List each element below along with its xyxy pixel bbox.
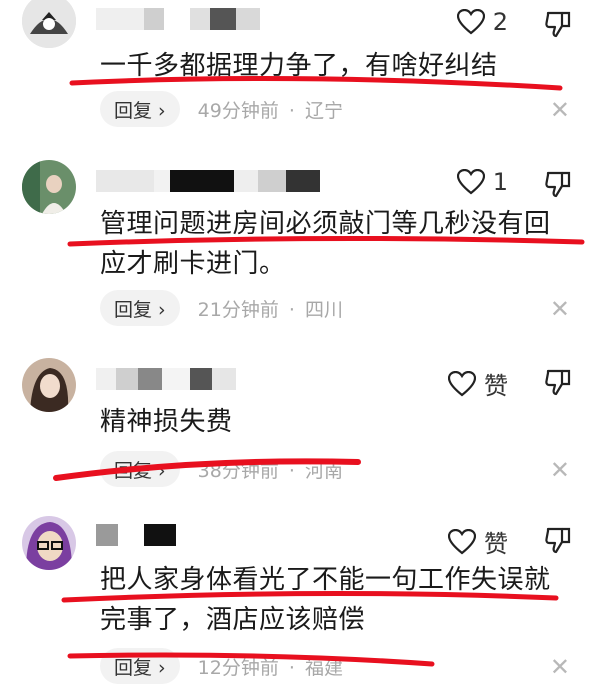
comment-location: 四川 xyxy=(304,298,343,321)
username-redacted xyxy=(96,368,276,390)
heart-icon xyxy=(456,169,485,195)
reply-button[interactable]: 回复 › xyxy=(100,91,180,127)
heart-icon xyxy=(448,370,476,396)
meta-separator: · xyxy=(288,459,295,482)
avatar-image xyxy=(22,358,76,412)
comment-text: 管理问题进房间必须敲门等几秒没有回 应才刷卡进门。 xyxy=(100,204,570,284)
reply-row: 回复 › 49分钟前 · 辽宁 xyxy=(100,91,343,127)
comment-text: 把人家身体看光了不能一句工作失误就 完事了，酒店应该赔偿 xyxy=(100,560,570,640)
comment-time: 49分钟前 xyxy=(197,99,279,122)
avatar-image xyxy=(22,160,76,214)
reply-button[interactable]: 回复 › xyxy=(100,290,180,326)
comment-time: 12分钟前 xyxy=(197,656,279,679)
comment-meta: 38分钟前 · 河南 xyxy=(198,456,343,483)
dislike-button[interactable] xyxy=(544,526,572,558)
thumbs-down-icon xyxy=(545,171,571,198)
reply-row: 回复 › 12分钟前 · 福建 xyxy=(100,648,343,684)
like-button[interactable]: 2 xyxy=(456,8,508,36)
avatar-image xyxy=(22,516,76,570)
close-icon[interactable]: ✕ xyxy=(550,653,570,681)
comment-text-line: 一千多都据理力争了，有啥好纠结 xyxy=(100,51,498,81)
dislike-button[interactable] xyxy=(544,170,572,202)
comment-text-line: 应才刷卡进门。 xyxy=(100,249,286,279)
like-label: 赞 xyxy=(484,530,508,558)
like-button[interactable]: 1 xyxy=(456,168,508,196)
avatar[interactable] xyxy=(22,358,76,412)
reply-row: 回复 › 21分钟前 · 四川 xyxy=(100,290,343,326)
thumbs-down-icon xyxy=(545,527,571,554)
heart-icon xyxy=(448,528,476,554)
reply-button[interactable]: 回复 › xyxy=(100,648,180,684)
reply-row: 回复 › 38分钟前 · 河南 xyxy=(100,451,343,487)
heart-icon xyxy=(456,9,485,35)
username-redacted xyxy=(96,8,276,30)
comment-location: 河南 xyxy=(304,459,343,482)
thumbs-down-icon xyxy=(545,369,571,396)
comment-location: 福建 xyxy=(304,656,343,679)
comment-text-line: 管理问题进房间必须敲门等几秒没有回 xyxy=(100,209,551,239)
close-icon[interactable]: ✕ xyxy=(550,295,570,323)
comment-text-line: 精神损失费 xyxy=(100,407,233,437)
dislike-button[interactable] xyxy=(544,368,572,400)
comment-time: 21分钟前 xyxy=(197,298,279,321)
comment-meta: 12分钟前 · 福建 xyxy=(198,653,343,680)
like-button[interactable]: 赞 xyxy=(448,524,508,559)
like-button[interactable]: 赞 xyxy=(448,366,508,401)
like-count: 2 xyxy=(492,8,508,36)
like-label: 赞 xyxy=(484,372,508,400)
meta-separator: · xyxy=(288,99,295,122)
close-icon[interactable]: ✕ xyxy=(550,456,570,484)
comment-location: 辽宁 xyxy=(304,99,343,122)
comment-text-line: 完事了，酒店应该赔偿 xyxy=(100,605,366,635)
avatar[interactable] xyxy=(22,160,76,214)
comment-time: 38分钟前 xyxy=(197,459,279,482)
close-icon[interactable]: ✕ xyxy=(550,96,570,124)
comment-text: 一千多都据理力争了，有啥好纠结 xyxy=(100,46,570,86)
avatar-image xyxy=(22,0,76,48)
thumbs-down-icon xyxy=(545,11,571,38)
username-redacted xyxy=(96,170,336,192)
avatar[interactable] xyxy=(22,0,76,48)
comment-text-line: 把人家身体看光了不能一句工作失误就 xyxy=(100,565,551,595)
comment-meta: 49分钟前 · 辽宁 xyxy=(198,96,343,123)
comment-meta: 21分钟前 · 四川 xyxy=(198,295,343,322)
meta-separator: · xyxy=(288,298,295,321)
meta-separator: · xyxy=(288,656,295,679)
reply-button[interactable]: 回复 › xyxy=(100,451,180,487)
comment-text: 精神损失费 xyxy=(100,402,570,442)
username-redacted xyxy=(96,524,216,546)
avatar[interactable] xyxy=(22,516,76,570)
dislike-button[interactable] xyxy=(544,10,572,42)
like-count: 1 xyxy=(492,168,508,196)
